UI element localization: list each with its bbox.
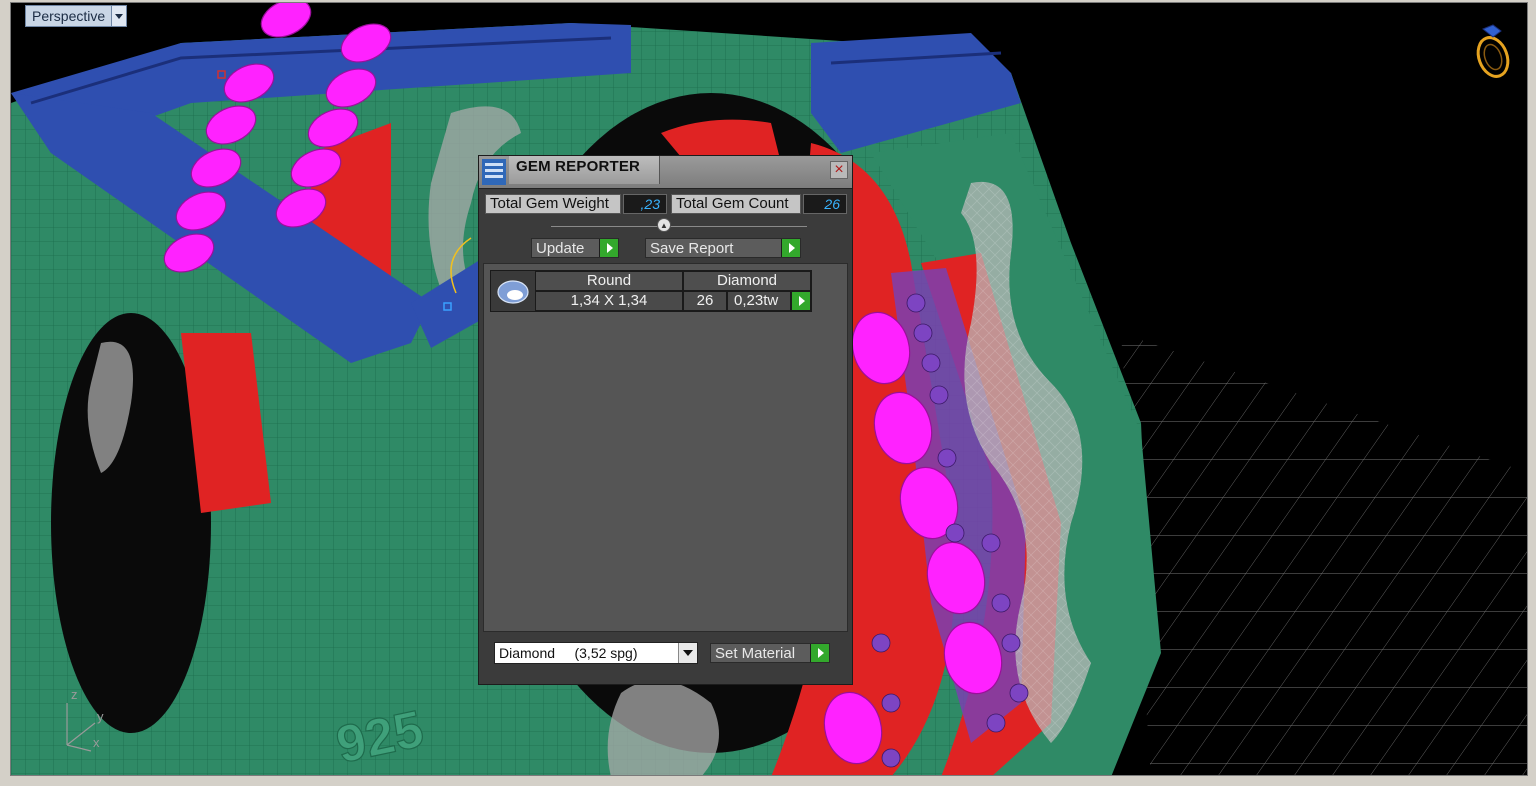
material-select[interactable]: Diamond (3,52 spg)	[494, 642, 698, 664]
ring-icon[interactable]	[1471, 21, 1515, 81]
gem-material: Diamond	[683, 271, 811, 291]
round-gem-icon	[491, 271, 536, 311]
gem-reporter-title: GEM REPORTER	[516, 158, 641, 175]
gem-row[interactable]: Round Diamond 1,34 X 1,34 26 0,23tw	[490, 270, 812, 312]
gem-weight: 0,23tw	[727, 291, 791, 311]
set-material-button-label: Set Material	[715, 644, 796, 662]
gem-count: 26	[683, 291, 727, 311]
total-gem-weight-value: ,23	[623, 194, 667, 214]
collapse-handle[interactable]: ▲	[657, 218, 671, 232]
gem-reporter-panel[interactable]: GEM REPORTER × Total Gem Weight ,23 Tota…	[478, 155, 853, 685]
viewport-tab[interactable]: Perspective	[25, 5, 128, 27]
gem-shape: Round	[535, 271, 683, 291]
play-icon	[781, 239, 800, 257]
axis-z-label: z	[71, 687, 78, 702]
gem-reporter-logo-icon	[482, 159, 506, 185]
gem-reporter-titlebar[interactable]: GEM REPORTER ×	[479, 156, 852, 189]
close-button[interactable]: ×	[830, 161, 848, 179]
gem-list[interactable]: Round Diamond 1,34 X 1,34 26 0,23tw	[483, 263, 848, 632]
update-button[interactable]: Update	[531, 238, 619, 258]
update-button-label: Update	[536, 239, 585, 257]
total-gem-count-label: Total Gem Count	[671, 194, 801, 214]
total-gem-weight-label: Total Gem Weight	[485, 194, 621, 214]
gem-row-go-button[interactable]	[791, 291, 811, 311]
set-material-button[interactable]: Set Material	[710, 643, 830, 663]
chevron-down-icon[interactable]	[678, 643, 697, 663]
gem-size: 1,34 X 1,34	[535, 291, 683, 311]
save-report-button[interactable]: Save Report	[645, 238, 801, 258]
total-gem-count-value: 26	[803, 194, 847, 214]
axis-y-label: y	[97, 709, 104, 724]
viewport-dropdown-button[interactable]	[111, 6, 127, 26]
axis-widget: z y x	[57, 685, 117, 755]
chevron-down-icon	[115, 14, 124, 19]
app-frame: 925 Perspective z y x GEM REPORTER × Tot…	[0, 0, 1536, 786]
material-select-value: Diamond (3,52 spg)	[499, 645, 638, 661]
viewport-name: Perspective	[32, 8, 106, 24]
play-icon	[810, 644, 829, 662]
play-icon	[599, 239, 618, 257]
axis-x-label: x	[93, 735, 100, 750]
panel-separator	[551, 226, 807, 227]
save-report-button-label: Save Report	[650, 239, 734, 257]
